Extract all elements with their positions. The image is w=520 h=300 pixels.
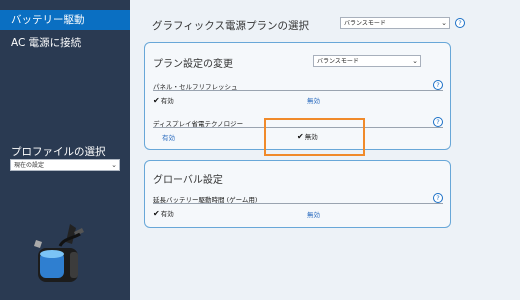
- extended-battery-on-option[interactable]: ✔有効: [153, 208, 174, 218]
- sidebar-item-label: バッテリー駆動: [11, 14, 85, 26]
- plan-select[interactable]: バランスモード ⌄: [313, 55, 421, 67]
- main-area: グラフィックス電源プランの選択 バランスモード ⌄ ? プラン設定の変更 バラン…: [130, 0, 520, 300]
- extended-battery-off-option[interactable]: 無効: [307, 209, 320, 219]
- graphics-plan-value: バランスモード: [344, 20, 386, 27]
- panel-self-refresh-off-option[interactable]: 無効: [307, 95, 320, 105]
- question-mark-icon[interactable]: ?: [455, 18, 465, 28]
- divider: [153, 90, 443, 91]
- question-mark-icon[interactable]: ?: [433, 193, 443, 203]
- divider: [153, 203, 443, 204]
- chevron-down-icon: ⌄: [111, 161, 117, 169]
- sidebar-item-battery[interactable]: バッテリー駆動: [0, 10, 130, 30]
- option-label: 有効: [160, 210, 174, 218]
- display-power-on-option[interactable]: 有効: [162, 132, 175, 142]
- chevron-down-icon: ⌄: [412, 57, 418, 65]
- graphics-plan-select[interactable]: バランスモード ⌄: [340, 17, 450, 29]
- sidebar: バッテリー駆動 AC 電源に接続 プロファイルの選択 現在の設定 ⌄: [0, 0, 130, 300]
- check-mark-icon: ✔: [153, 209, 160, 218]
- sidebar-item-label: AC 電源に接続: [11, 37, 82, 49]
- profile-select[interactable]: 現在の設定 ⌄: [10, 159, 120, 171]
- sidebar-item-ac-power[interactable]: AC 電源に接続: [0, 33, 130, 53]
- panel-title: プラン設定の変更: [153, 59, 233, 70]
- check-mark-icon: ✔: [153, 96, 160, 105]
- question-mark-icon[interactable]: ?: [433, 80, 443, 90]
- profile-label: プロファイルの選択: [11, 146, 106, 158]
- question-mark-icon[interactable]: ?: [433, 117, 443, 127]
- plan-select-value: バランスモード: [317, 58, 359, 65]
- option-label: 有効: [160, 97, 174, 105]
- graphics-plan-label: グラフィックス電源プランの選択: [152, 20, 309, 32]
- panel-title: グローバル設定: [153, 175, 223, 186]
- battery-plug-icon: [34, 224, 84, 282]
- profile-select-value: 現在の設定: [14, 162, 45, 169]
- chevron-down-icon: ⌄: [441, 19, 447, 27]
- panel-self-refresh-on-option[interactable]: ✔有効: [153, 95, 174, 105]
- global-settings-panel: グローバル設定 延長バッテリー駆動時間 (ゲーム用) ? ✔有効 無効: [144, 160, 451, 228]
- selection-highlight: [264, 118, 365, 156]
